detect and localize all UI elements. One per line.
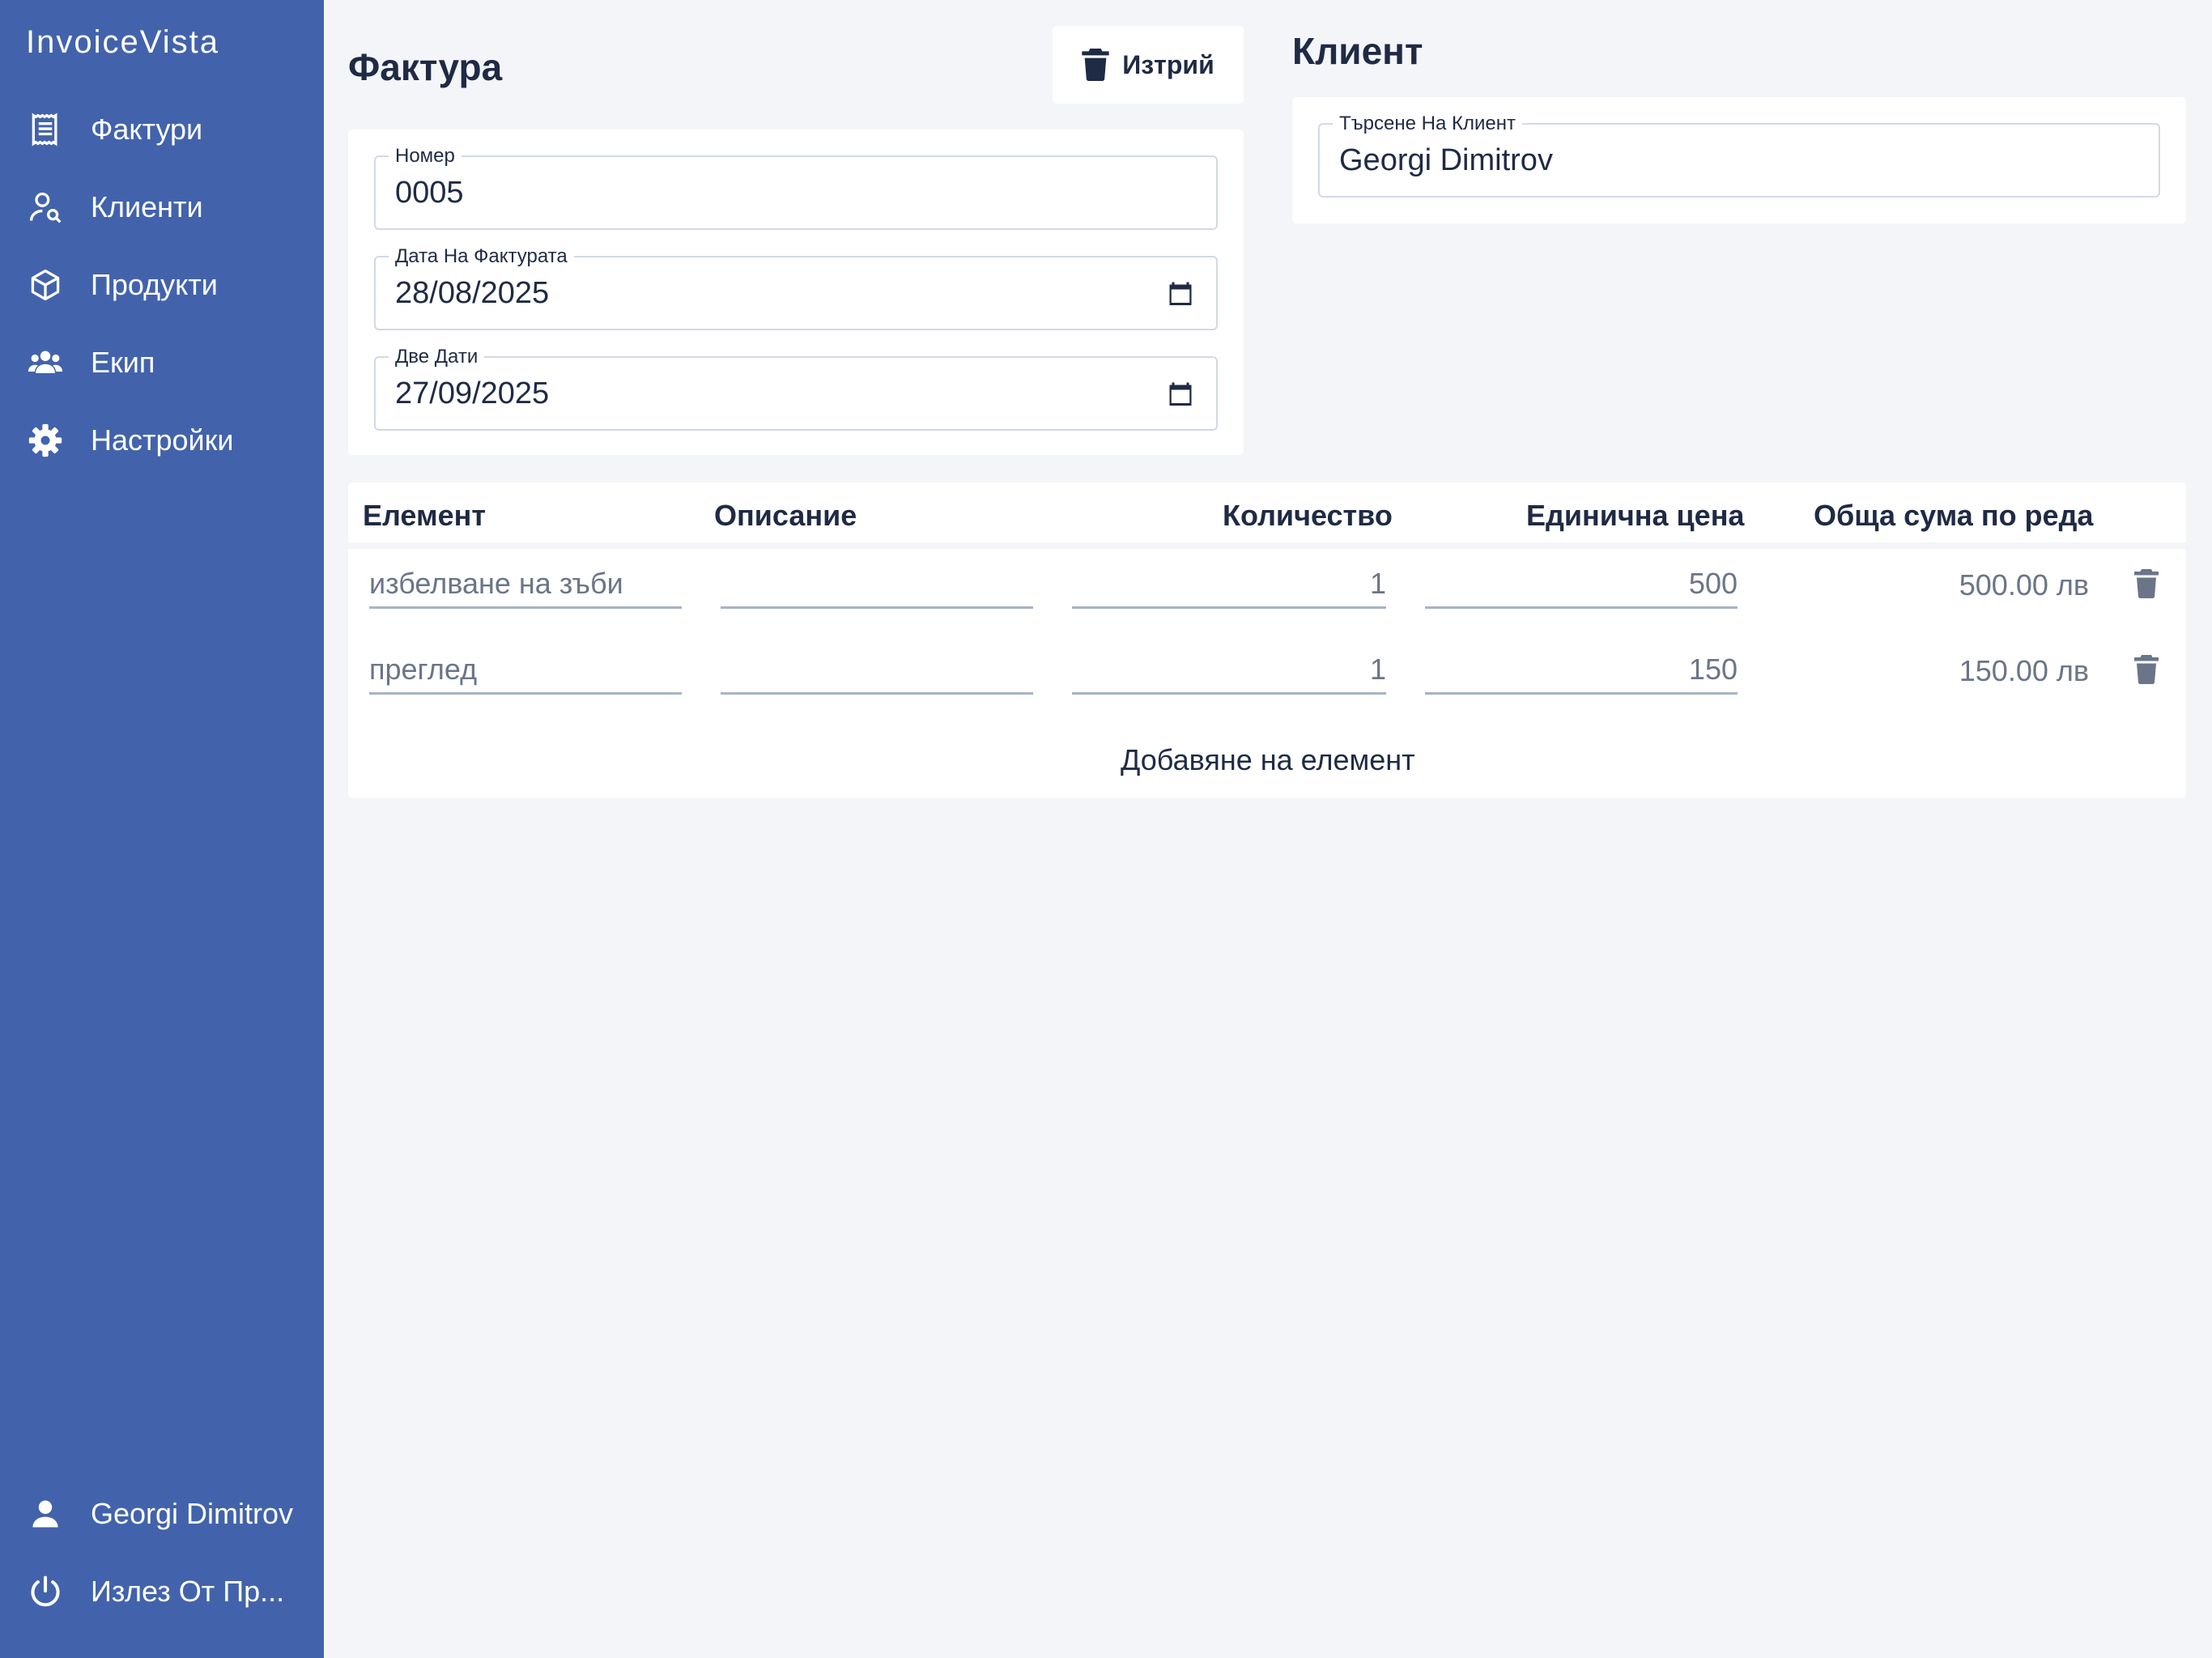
row-item-input[interactable] bbox=[369, 560, 682, 609]
row-item-input[interactable] bbox=[369, 646, 682, 695]
client-card: Търсене На Клиент bbox=[1292, 97, 2186, 223]
row-quantity-input[interactable] bbox=[1072, 646, 1386, 695]
invoice-details-card: Номер Дата На Фактурата Две Дати bbox=[348, 130, 1244, 455]
add-item-button[interactable]: Добавяне на елемент bbox=[1121, 743, 1415, 777]
sidebar-item-label: Фактури bbox=[91, 113, 203, 146]
delete-button-label: Изтрий bbox=[1122, 49, 1214, 79]
cube-icon bbox=[26, 266, 65, 304]
client-search-icon bbox=[26, 188, 65, 227]
receipt-icon bbox=[26, 110, 65, 149]
power-icon bbox=[26, 1572, 65, 1611]
sidebar-item-team[interactable]: Екип bbox=[0, 332, 324, 393]
user-name: Georgi Dimitrov bbox=[91, 1497, 294, 1530]
sidebar-item-products[interactable]: Продукти bbox=[0, 254, 324, 316]
sidebar-item-clients[interactable]: Клиенти bbox=[0, 176, 324, 238]
logout-button[interactable]: Излез От Пр... bbox=[0, 1561, 324, 1622]
row-line-total: 150.00 лв bbox=[1959, 654, 2089, 687]
row-line-total: 500.00 лв bbox=[1959, 568, 2089, 602]
client-search-field[interactable]: Търсене На Клиент bbox=[1318, 113, 2160, 198]
row-unit-price-input[interactable] bbox=[1425, 560, 1738, 609]
column-header-unit-price: Единична цена bbox=[1526, 499, 1745, 532]
trash-icon bbox=[1082, 49, 1109, 81]
user-icon bbox=[26, 1494, 65, 1533]
column-header-description: Описание bbox=[714, 499, 857, 532]
client-title: Клиент bbox=[1292, 30, 1423, 72]
user-profile-link[interactable]: Georgi Dimitrov bbox=[0, 1483, 324, 1545]
sidebar-item-label: Настройки bbox=[91, 423, 234, 457]
invoice-number-input[interactable] bbox=[395, 157, 1151, 228]
team-icon bbox=[26, 343, 65, 382]
gear-icon bbox=[26, 421, 65, 460]
row-quantity-input[interactable] bbox=[1072, 560, 1386, 609]
calendar-icon[interactable] bbox=[1166, 278, 1195, 308]
sidebar-item-label: Екип bbox=[91, 346, 155, 379]
trash-icon[interactable] bbox=[2134, 654, 2159, 685]
brand-logo: InvoiceVista bbox=[26, 24, 219, 60]
row-description-input[interactable] bbox=[721, 560, 1033, 609]
row-unit-price-input[interactable] bbox=[1425, 646, 1738, 695]
logout-label: Излез От Пр... bbox=[91, 1575, 285, 1608]
trash-icon[interactable] bbox=[2134, 568, 2159, 599]
invoice-date-field[interactable]: Дата На Фактурата bbox=[374, 246, 1218, 330]
invoice-number-field[interactable]: Номер bbox=[374, 146, 1218, 230]
sidebar-item-label: Продукти bbox=[91, 268, 218, 301]
column-header-quantity: Количество bbox=[1223, 499, 1393, 532]
column-header-line-total: Обща сума по реда bbox=[1814, 499, 2094, 532]
due-date-field[interactable]: Две Дати bbox=[374, 346, 1218, 431]
calendar-icon[interactable] bbox=[1166, 379, 1195, 408]
delete-invoice-button[interactable]: Изтрий bbox=[1053, 26, 1244, 104]
sidebar: InvoiceVista Фактури Клиенти Продукти Ек… bbox=[0, 0, 324, 1658]
sidebar-item-invoices[interactable]: Фактури bbox=[0, 99, 324, 160]
invoice-title: Фактура bbox=[348, 46, 503, 88]
invoice-date-input[interactable] bbox=[395, 257, 1151, 329]
row-description-input[interactable] bbox=[721, 646, 1033, 695]
sidebar-item-label: Клиенти bbox=[91, 190, 203, 223]
sidebar-item-settings[interactable]: Настройки bbox=[0, 410, 324, 471]
client-search-input[interactable] bbox=[1339, 125, 2094, 196]
due-date-input[interactable] bbox=[395, 358, 1151, 429]
column-header-item: Елемент bbox=[363, 499, 486, 532]
